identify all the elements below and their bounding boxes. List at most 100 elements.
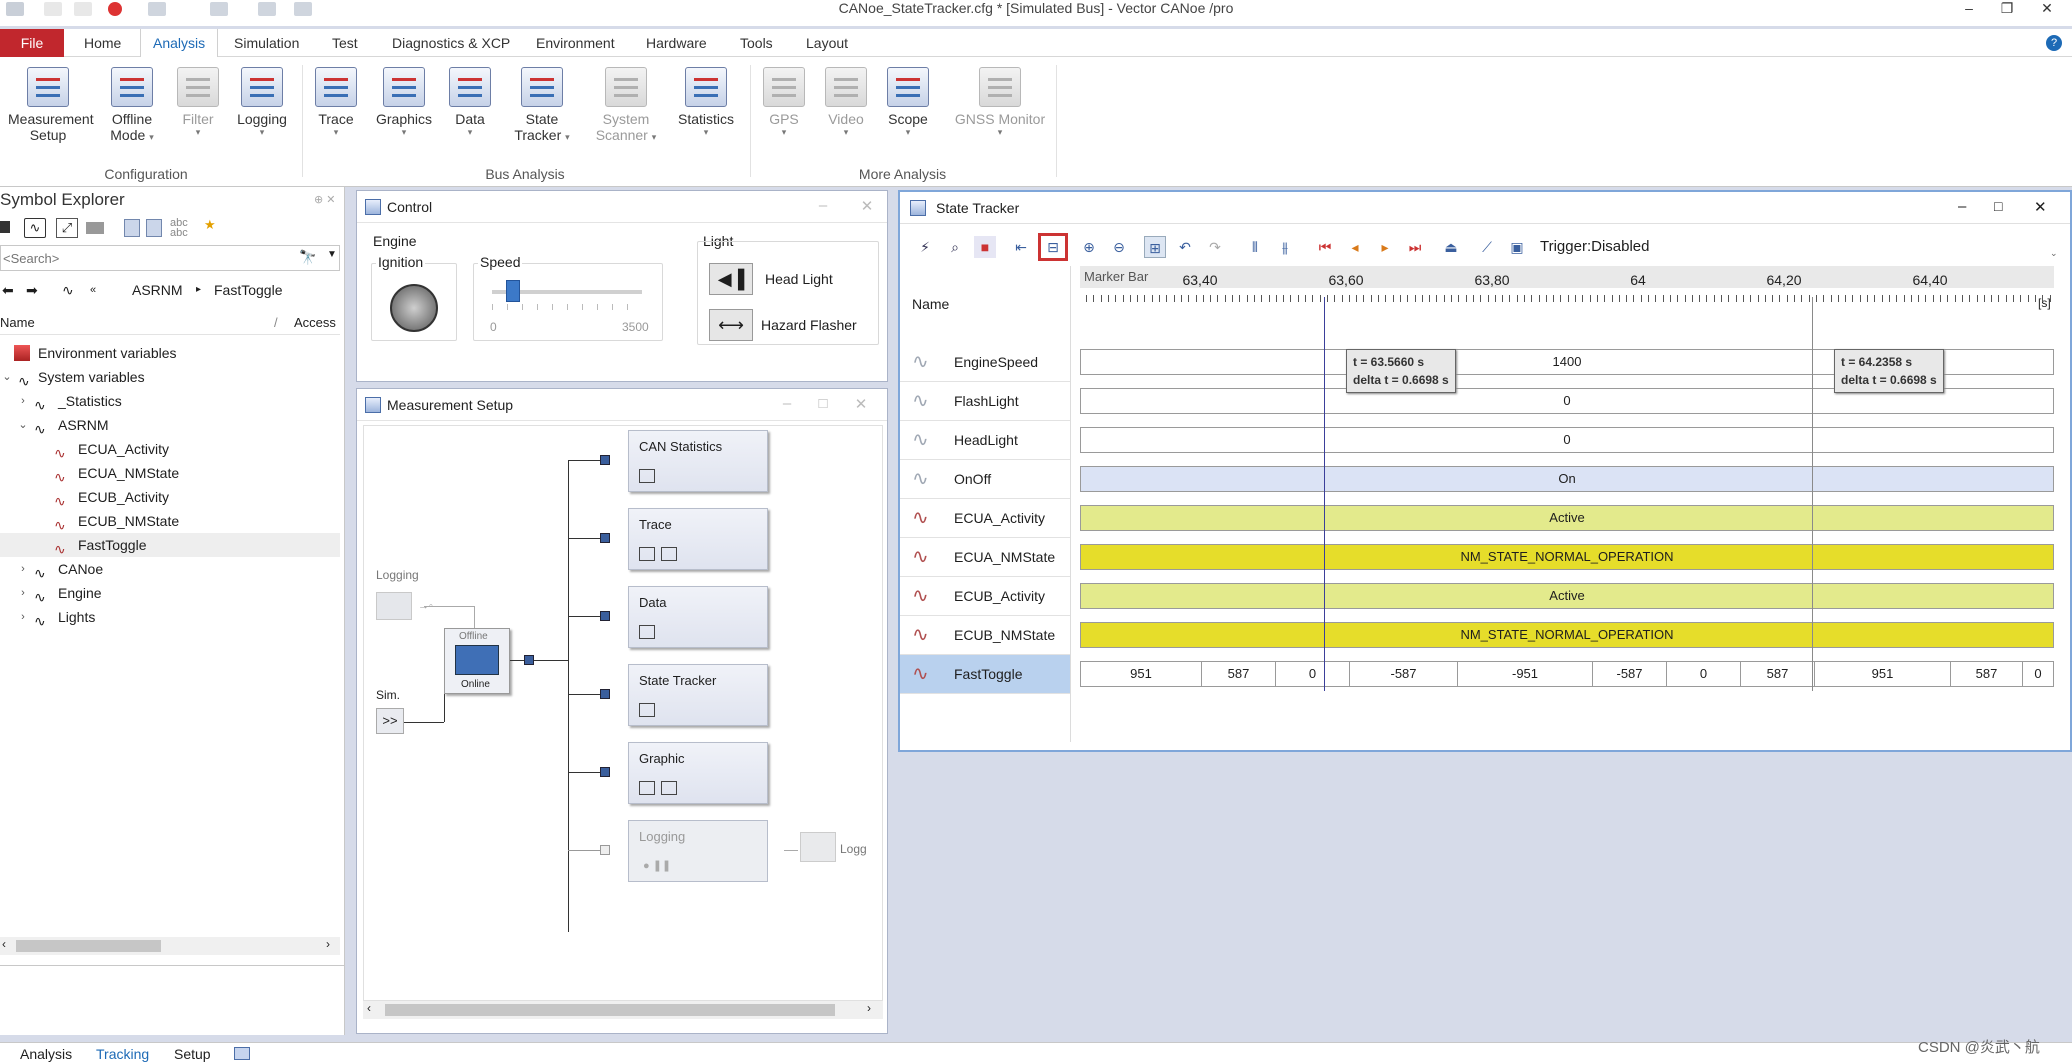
close-button[interactable]: ✕ — [2032, 0, 2062, 18]
tree-item-ecua-activity[interactable]: ∿ ECUA_Activity — [0, 437, 340, 461]
state-tracker-button[interactable]: State Tracker ▾ — [502, 67, 582, 143]
tab-diagnostics[interactable]: Diagnostics & XCP — [392, 29, 510, 57]
logging-file-icon[interactable] — [800, 832, 836, 862]
expand-icon[interactable]: › — [16, 605, 30, 629]
scroll-left-icon[interactable]: ‹ — [367, 1001, 371, 1015]
status-tab-analysis[interactable]: Analysis — [20, 1046, 72, 1062]
fasttoggle-value-bar[interactable]: 951 587 0 -587 -951 -587 0 587 951 587 0 — [1080, 661, 2054, 687]
column-access[interactable]: Access — [294, 311, 336, 335]
statistics-button[interactable]: Statistics ▾ — [666, 67, 746, 137]
abc-sort-icon[interactable]: abc abc — [170, 218, 188, 239]
port-icon[interactable] — [600, 611, 610, 621]
scroll-right-icon[interactable]: › — [867, 1001, 871, 1015]
maximize-icon[interactable]: □ — [813, 395, 833, 412]
ignition-key-icon[interactable] — [390, 284, 438, 332]
file-tab[interactable]: File — [0, 29, 64, 57]
tab-analysis[interactable]: Analysis — [140, 29, 219, 57]
binoculars-icon[interactable]: 🔭 — [299, 249, 316, 266]
data-button[interactable]: Data ▾ — [430, 67, 510, 137]
speed-slider-thumb[interactable] — [506, 280, 520, 302]
desktop-icon[interactable] — [234, 1047, 250, 1060]
graphic-block[interactable]: Graphic — [628, 742, 768, 804]
scroll-right-icon[interactable]: › — [326, 937, 330, 951]
tree-item-asrnm[interactable]: ⌄ ∿ ASRNM — [0, 413, 340, 437]
online-offline-switch[interactable]: Offline Online — [444, 628, 510, 694]
expand-icon[interactable]: › — [16, 581, 30, 605]
status-tab-setup[interactable]: Setup — [174, 1046, 211, 1062]
signal-row-ecua-activity[interactable]: ∿ ECUA_Activity — [900, 499, 1070, 538]
signal-row-headlight[interactable]: ∿ HeadLight — [900, 421, 1070, 460]
scrollbar-thumb[interactable] — [385, 1004, 835, 1016]
sysvar-filter-icon[interactable]: ∿ — [24, 218, 46, 238]
trace-block[interactable]: Trace — [628, 508, 768, 570]
can-statistics-block[interactable]: CAN Statistics — [628, 430, 768, 492]
database-icon[interactable] — [124, 219, 140, 237]
port-icon[interactable] — [600, 455, 610, 465]
tree-item-environment-variables[interactable]: Environment variables — [0, 341, 340, 365]
expand-icon[interactable]: ⌄ — [16, 413, 30, 437]
tab-home[interactable]: Home — [84, 29, 121, 57]
scroll-left-icon[interactable]: ‹ — [2, 937, 6, 951]
breadcrumb-asrnm[interactable]: ASRNM — [132, 277, 183, 303]
tab-layout[interactable]: Layout — [806, 29, 848, 57]
close-icon[interactable]: ✕ — [851, 395, 871, 413]
tree-item-ecub-nmstate[interactable]: ∿ ECUB_NMState — [0, 509, 340, 533]
signal-row-fasttoggle[interactable]: ∿ FastToggle — [900, 655, 1070, 694]
tree-item-engine[interactable]: › ∿ Engine — [0, 581, 340, 605]
tab-tools[interactable]: Tools — [740, 29, 773, 57]
signal-value-bar[interactable]: NM_STATE_NORMAL_OPERATION — [1080, 544, 2054, 570]
search-input[interactable] — [3, 248, 283, 268]
scrollbar-thumb[interactable] — [16, 940, 161, 952]
message-icon[interactable] — [86, 222, 104, 234]
signal-row-ecua-nmstate[interactable]: ∿ ECUA_NMState — [900, 538, 1070, 577]
signal-row-flashlight[interactable]: ∿ FlashLight — [900, 382, 1070, 421]
measurement-cursor-2[interactable] — [1812, 297, 1813, 691]
filter-icon[interactable] — [0, 221, 10, 233]
chevron-down-icon[interactable]: ▼ — [327, 249, 337, 260]
signal-value-bar[interactable]: NM_STATE_NORMAL_OPERATION — [1080, 622, 2054, 648]
tree-item-system-variables[interactable]: ⌄ ∿ System variables — [0, 365, 340, 389]
signal-value-bar[interactable]: Active — [1080, 505, 2054, 531]
pin-icon[interactable]: ⊕ ✕ — [314, 193, 336, 206]
forward-icon[interactable]: ➡ — [26, 277, 38, 303]
port-icon[interactable] — [524, 655, 534, 665]
tab-test[interactable]: Test — [332, 29, 358, 57]
port-disabled-icon[interactable] — [600, 845, 610, 855]
signal-row-ecub-nmstate[interactable]: ∿ ECUB_NMState — [900, 616, 1070, 655]
port-icon[interactable] — [600, 767, 610, 777]
gnss-monitor-button[interactable]: GNSS Monitor ▾ — [950, 67, 1050, 137]
minimize-icon[interactable]: – — [813, 197, 833, 214]
signal-value-bar[interactable]: On — [1080, 466, 2054, 492]
signal-icon[interactable]: ⤢ — [56, 218, 78, 238]
measurement-setup-button[interactable]: Measurement Setup — [8, 67, 94, 143]
measurement-cursor-1[interactable] — [1324, 297, 1325, 691]
horizontal-scrollbar[interactable]: ‹ › — [363, 1001, 883, 1019]
horizontal-scrollbar[interactable]: ‹ › — [0, 937, 340, 955]
tree-item-fasttoggle[interactable]: ∿ FastToggle — [0, 533, 340, 557]
status-tab-tracking[interactable]: Tracking — [96, 1046, 149, 1062]
tab-simulation[interactable]: Simulation — [234, 29, 299, 57]
tab-hardware[interactable]: Hardware — [646, 29, 707, 57]
back-icon[interactable]: ⬅ — [2, 277, 14, 303]
tree-item-ecub-activity[interactable]: ∿ ECUB_Activity — [0, 485, 340, 509]
breadcrumb-fasttoggle[interactable]: FastToggle — [214, 277, 282, 303]
tree-item-canoe[interactable]: › ∿ CANoe — [0, 557, 340, 581]
head-light-button[interactable]: ◀▐ — [709, 263, 753, 295]
port-icon[interactable] — [600, 533, 610, 543]
expand-icon[interactable]: › — [16, 557, 30, 581]
logging-source-icon[interactable] — [376, 592, 412, 620]
signal-row-onoff[interactable]: ∿ OnOff — [900, 460, 1070, 499]
tab-environment[interactable]: Environment — [536, 29, 615, 57]
copy-icon[interactable] — [146, 219, 162, 237]
signal-row-ecub-activity[interactable]: ∿ ECUB_Activity — [900, 577, 1070, 616]
favorite-icon[interactable]: ★ — [204, 217, 216, 233]
tree-item-statistics[interactable]: › ∿ _Statistics — [0, 389, 340, 413]
logging-block[interactable]: Logging ● ❚❚ — [628, 820, 768, 882]
expand-icon[interactable]: ⌄ — [0, 365, 14, 389]
hazard-flasher-button[interactable]: ⟷ — [709, 309, 753, 341]
expand-icon[interactable]: › — [16, 389, 30, 413]
scope-button[interactable]: Scope ▾ — [868, 67, 948, 137]
collapse-path-icon[interactable]: « — [90, 277, 96, 303]
minimize-icon[interactable]: – — [777, 395, 797, 412]
minimize-button[interactable]: – — [1954, 0, 1984, 18]
